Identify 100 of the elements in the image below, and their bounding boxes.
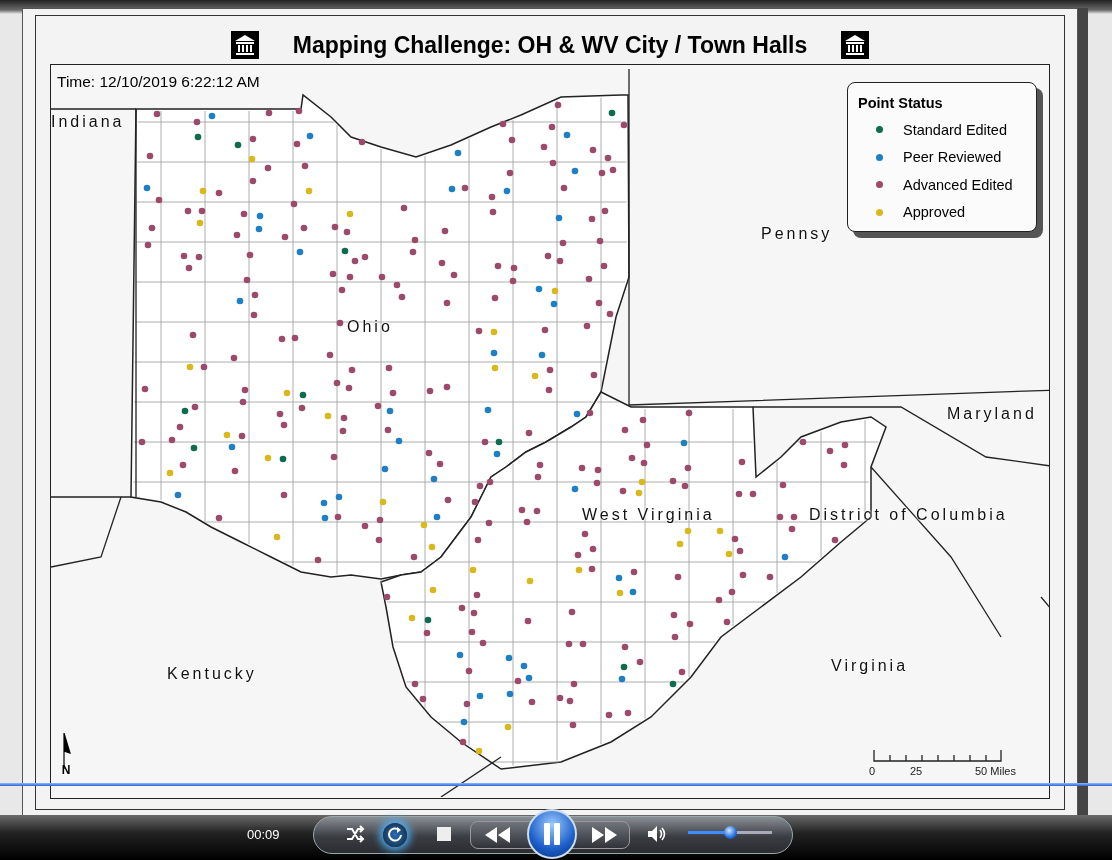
- map-point: [276, 410, 284, 418]
- map-point: [324, 412, 332, 420]
- map-point: [600, 262, 608, 270]
- map-point: [556, 257, 564, 265]
- map-point: [448, 185, 456, 193]
- map-point: [503, 187, 511, 195]
- map-point: [426, 387, 434, 395]
- map-point: [189, 331, 197, 339]
- map-point: [566, 697, 574, 705]
- map-point: [639, 416, 647, 424]
- map-point: [395, 437, 403, 445]
- building-icon: [230, 31, 259, 59]
- map-point: [685, 409, 693, 417]
- map-point: [766, 573, 774, 581]
- map-point: [510, 264, 518, 272]
- map-point: [514, 677, 522, 685]
- map-point: [604, 154, 612, 162]
- map-point: [378, 273, 386, 281]
- map-point: [251, 291, 259, 299]
- map-point: [398, 293, 406, 301]
- map-point: [424, 616, 432, 624]
- map-point: [593, 479, 601, 487]
- map-point: [249, 135, 257, 143]
- map-point: [620, 121, 628, 129]
- map-point: [231, 467, 239, 475]
- map-point: [629, 588, 637, 596]
- map-point: [636, 658, 644, 666]
- map-point: [459, 738, 467, 746]
- map-point: [476, 692, 484, 700]
- map-point: [180, 252, 188, 260]
- map-point: [408, 614, 416, 622]
- map-point: [470, 609, 478, 617]
- map-point: [236, 297, 244, 305]
- map-point: [141, 385, 149, 393]
- map-point: [680, 439, 688, 447]
- map-point: [186, 363, 194, 371]
- map-point: [684, 464, 692, 472]
- repeat-icon: [386, 826, 404, 844]
- map-point: [526, 577, 534, 585]
- map-point: [265, 109, 273, 117]
- map-point: [168, 436, 176, 444]
- map-point: [594, 466, 602, 474]
- map-point: [669, 477, 677, 485]
- map-point: [146, 152, 154, 160]
- next-button[interactable]: [591, 827, 617, 843]
- map-point: [674, 573, 682, 581]
- map-point: [485, 519, 493, 527]
- map-point: [578, 464, 586, 472]
- speaker-icon: [647, 825, 667, 843]
- map-point: [525, 429, 533, 437]
- map-point: [280, 421, 288, 429]
- map-point: [306, 132, 314, 140]
- map-point: [461, 184, 469, 192]
- map-point: [336, 319, 344, 327]
- map-point: [508, 136, 516, 144]
- map-point: [630, 568, 638, 576]
- map-point: [249, 177, 257, 185]
- map-point: [536, 461, 544, 469]
- map-point: [486, 478, 494, 486]
- map-point: [598, 169, 606, 177]
- map-point: [143, 184, 151, 192]
- map-point: [716, 527, 724, 535]
- map-point: [339, 427, 347, 435]
- map-point: [531, 372, 539, 380]
- map-point: [190, 444, 198, 452]
- map-point: [196, 219, 204, 227]
- scale-label: 25: [910, 765, 923, 777]
- map-point: [248, 155, 256, 163]
- map-point: [545, 386, 553, 394]
- map-point: [375, 536, 383, 544]
- map-point: [361, 253, 369, 261]
- map-point: [329, 270, 337, 278]
- map-point: [476, 482, 484, 490]
- map-point: [488, 193, 496, 201]
- map-point: [589, 146, 597, 154]
- map-point: [381, 465, 389, 473]
- shuffle-button[interactable]: [345, 825, 365, 843]
- map-point: [731, 535, 739, 543]
- map-point: [520, 662, 528, 670]
- map-point: [628, 454, 636, 462]
- state-label: Kentucky: [167, 665, 257, 683]
- map-point: [728, 588, 736, 596]
- map-point: [299, 391, 307, 399]
- map-point: [484, 406, 492, 414]
- map-point: [454, 149, 462, 157]
- map-point: [509, 277, 517, 285]
- rewind-icon: [485, 827, 511, 843]
- map-point: [735, 490, 743, 498]
- scale-label: 0: [869, 765, 876, 777]
- stop-icon: [437, 827, 451, 841]
- map-point: [579, 640, 587, 648]
- map-point: [671, 633, 679, 641]
- volume-button[interactable]: [647, 825, 667, 843]
- map-point: [255, 225, 263, 233]
- map-point: [669, 680, 677, 688]
- map-point: [506, 169, 514, 177]
- legend-label: Peer Reviewed: [903, 149, 1002, 166]
- map-point: [555, 214, 563, 222]
- map-point: [419, 695, 427, 703]
- previous-button[interactable]: [485, 827, 511, 843]
